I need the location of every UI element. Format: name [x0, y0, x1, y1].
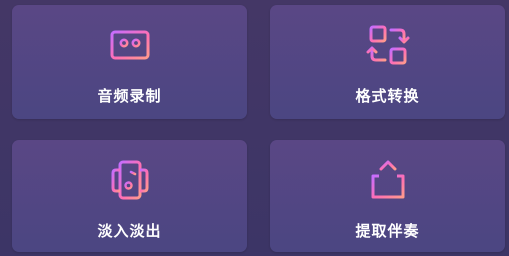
format-convert-tile[interactable]: 格式转换	[270, 5, 505, 119]
tile-label: 格式转换	[355, 87, 420, 105]
share-upload-icon	[364, 156, 412, 204]
audio-record-tile[interactable]: 音频录制	[12, 5, 247, 119]
tile-label: 音频录制	[97, 87, 162, 105]
tile-label: 提取伴奏	[355, 222, 420, 240]
cassette-icon	[106, 21, 154, 69]
extract-accompaniment-tile[interactable]: 提取伴奏	[270, 140, 505, 252]
fade-music-icon	[106, 156, 154, 204]
tile-label: 淡入淡出	[97, 222, 162, 240]
convert-icon	[364, 21, 412, 69]
fade-in-out-tile[interactable]: 淡入淡出	[12, 140, 247, 252]
